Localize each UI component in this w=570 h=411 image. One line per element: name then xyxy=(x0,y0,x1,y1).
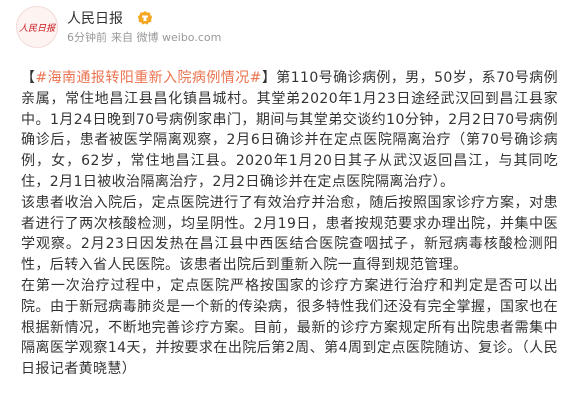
user-name[interactable]: 人民日报 xyxy=(67,10,123,28)
post-paragraph-1: 【#海南通报转阳重新入院病例情况#】第110号确诊病例，男，50岁，系70号病例… xyxy=(21,68,558,193)
post-header: 人民日报 人民日报 6分钟前 来自 微博 weibo.com xyxy=(16,6,556,56)
post-time[interactable]: 6分钟前 xyxy=(67,31,107,44)
verified-badge-icon xyxy=(137,10,153,26)
paragraph-1-text: 第110号确诊病例，男，50岁，系70号病例亲属，常住地昌江县昌化镇昌城村。其堂… xyxy=(21,70,558,190)
post-source[interactable]: 来自 微博 weibo.com xyxy=(111,31,221,44)
post-content: 【#海南通报转阳重新入院病例情况#】第110号确诊病例，男，50岁，系70号病例… xyxy=(21,68,558,380)
post-paragraph-3: 在第一次治疗过程中，定点医院严格按国家的诊疗方案进行治疗和判定是否可以出院。由于… xyxy=(21,277,558,378)
avatar[interactable]: 人民日报 xyxy=(16,6,58,48)
topic-link[interactable]: #海南通报转阳重新入院病例情况# xyxy=(35,70,261,86)
avatar-logo-icon: 人民日报 xyxy=(17,7,57,47)
bracket-close: 】 xyxy=(261,70,277,86)
post-paragraph-2: 该患者收治入院后，定点医院进行了有效治疗并治愈，随后按照国家诊疗方案，对患者进行… xyxy=(21,194,558,274)
post-meta: 6分钟前 来自 微博 weibo.com xyxy=(67,31,225,45)
avatar-text: 人民日报 xyxy=(19,23,56,34)
bracket-open: 【 xyxy=(21,70,36,86)
